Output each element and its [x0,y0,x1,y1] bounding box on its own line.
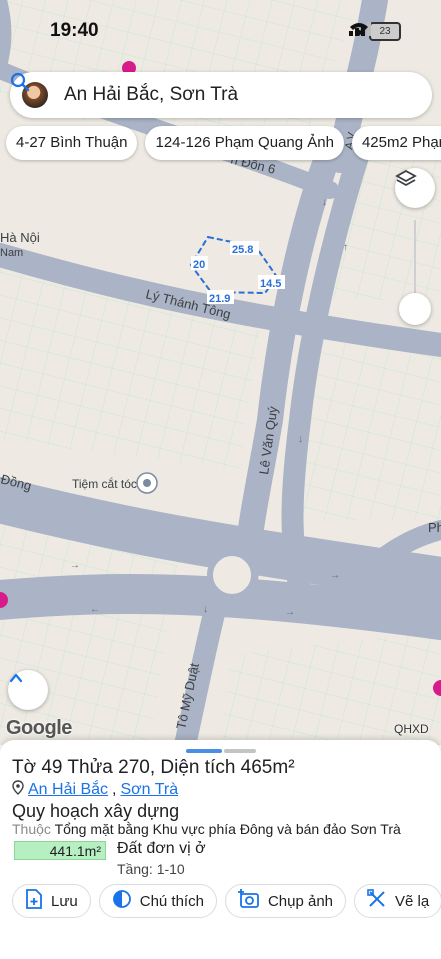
label-ha-noi: Hà Nội [0,230,40,245]
location-pin-icon [12,780,24,800]
source-label: QHXD [394,722,429,736]
draw-label: Vẽ lạ [395,892,430,910]
save-button[interactable]: Lưu [12,884,91,918]
chip-0[interactable]: 4-27 Bình Thuận [6,126,138,160]
save-label: Lưu [51,892,78,910]
sheet-handle-inactive[interactable] [224,749,256,753]
info-sheet[interactable]: Tờ 49 Thửa 270, Diện tích 465m² An Hải B… [0,740,441,959]
location-row: An Hải Bắc, Sơn Trà [12,780,178,800]
search-input[interactable]: An Hải Bắc, Sơn Trà [64,84,418,106]
legend-label: Chú thích [139,892,204,910]
search-bar[interactable]: An Hải Bắc, Sơn Trà [10,72,432,118]
dim-top: 25.8 [232,244,253,256]
camera-plus-icon [237,889,260,913]
battery-icon: 23 [369,22,401,41]
svg-text:↓: ↓ [203,604,208,615]
svg-text:→: → [285,607,295,618]
parcel-title: Tờ 49 Thửa 270, Diện tích 465m² [12,757,295,778]
svg-text:↓: ↓ [298,434,303,445]
capture-label: Chụp ảnh [267,892,334,910]
dim-right: 14.5 [260,278,281,290]
expand-up-button[interactable] [8,670,48,710]
svg-text:↓: ↓ [322,197,327,208]
contrast-icon [112,889,132,913]
status-icons: 23 [349,22,401,41]
area-badge: 441.1m² [14,841,106,860]
belong-value: Tổng mặt bằng Khu vực phía Đông và bán đ… [54,821,401,837]
layers-button[interactable] [395,168,435,208]
status-bar: 19:40 23 [0,0,441,60]
action-bar: Lưu Chú thích Chụp ảnh Vẽ lạ [12,884,441,918]
svg-text:↑: ↑ [343,242,348,253]
chip-2[interactable]: 425m2 Phạm [351,126,441,160]
label-nam: Nam [0,247,23,259]
add-file-icon [25,889,43,913]
belong-row: Thuộc Tổng mặt bằng Khu vực phía Đông và… [12,821,401,837]
roundabout [207,550,257,600]
dim-left: 20 [193,259,205,271]
plan-title: Quy hoạch xây dựng [12,801,180,821]
label-ph: Ph [428,520,441,535]
floors: Tầng: 1-10 [117,861,185,877]
legend-button[interactable]: Chú thích [98,884,217,918]
svg-text:←: ← [90,604,100,615]
opacity-slider-track[interactable] [414,220,416,300]
location-separator: , [112,781,117,798]
svg-text:→: → [330,570,340,581]
chip-1[interactable]: 124-126 Phạm Quang Ảnh [145,126,344,160]
svg-text:→: → [70,560,80,571]
map-view[interactable]: → → ← → ↓ ↑ ↓ ↓ 25.8 20 14.5 21.9 Lý Thánh T… [0,0,441,745]
capture-button[interactable]: Chụp ảnh [224,884,347,918]
poi-label: Tiệm cắt tóc [72,476,137,491]
status-time: 19:40 [50,20,99,41]
opacity-slider-knob[interactable] [399,293,431,325]
draw-tools-icon [367,889,387,913]
ward-link[interactable]: An Hải Bắc [28,781,108,799]
district-link[interactable]: Sơn Trà [121,781,179,799]
belong-label: Thuộc [12,821,51,837]
draw-button[interactable]: Vẽ lạ [354,884,441,918]
suggestion-chips: 4-27 Bình Thuận 124-126 Phạm Quang Ảnh 4… [6,126,441,160]
land-use: Đất đơn vị ở [117,840,206,857]
sheet-handle-active[interactable] [186,749,222,753]
google-logo: Google [6,717,72,739]
